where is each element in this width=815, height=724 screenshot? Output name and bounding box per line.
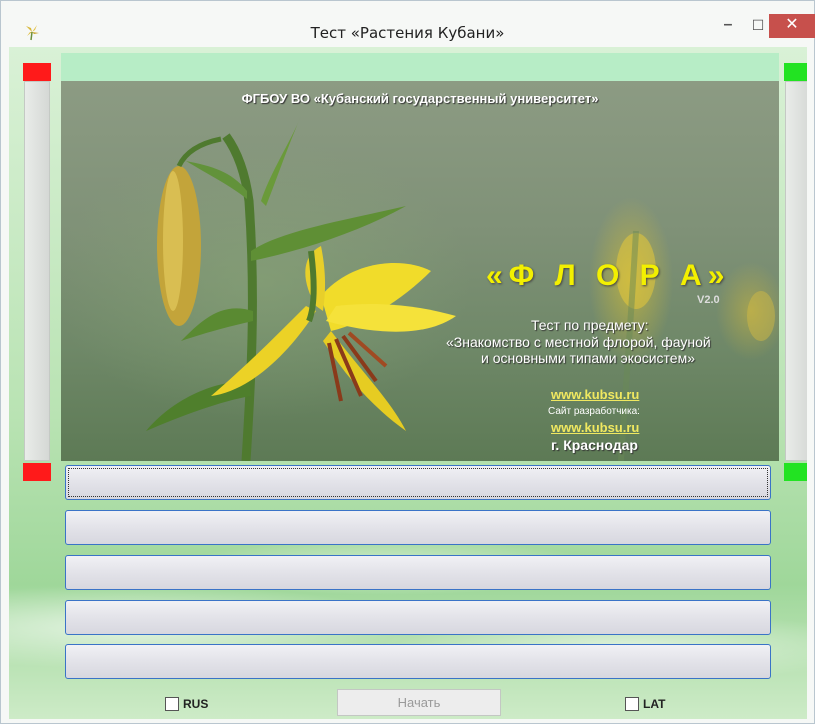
start-button[interactable]: Начать: [337, 689, 501, 716]
top-left-red-indicator: [23, 63, 51, 81]
lily-banner-image: ФГБОУ ВО «Кубанский государственный унив…: [61, 81, 779, 461]
rus-checkbox-box[interactable]: [165, 696, 179, 711]
version-label: V2.0: [697, 294, 720, 306]
answer-button-4[interactable]: [65, 600, 771, 635]
top-right-green-indicator: [784, 63, 807, 81]
close-icon: ✕: [785, 16, 799, 33]
subject-line-1: Тест по предмету:: [531, 317, 649, 333]
question-strip: [61, 53, 779, 81]
subject-line-3: и основными типами экосистем»: [481, 350, 695, 366]
lat-checkbox[interactable]: LAT: [625, 696, 665, 712]
app-window: Тест «Растения Кубани» – ☐ ✕ ФГБОУ ВО «К…: [0, 0, 815, 724]
client-area: ФГБОУ ВО «Кубанский государственный унив…: [9, 47, 807, 719]
bottom-left-red-indicator: [23, 463, 51, 481]
product-title: «Ф Л О Р А»: [486, 259, 731, 292]
developer-label: Сайт разработчика:: [548, 406, 640, 417]
rus-checkbox[interactable]: RUS: [165, 696, 208, 712]
lat-checkbox-box[interactable]: [625, 696, 639, 711]
developer-link[interactable]: www.kubsu.ru: [551, 420, 639, 435]
site-link[interactable]: www.kubsu.ru: [551, 387, 639, 402]
answer-button-1[interactable]: [65, 465, 771, 500]
answer-button-3[interactable]: [65, 555, 771, 590]
organization-name: ФГБОУ ВО «Кубанский государственный унив…: [241, 91, 599, 106]
left-side-bar: [24, 81, 50, 461]
maximize-icon: ☐: [751, 17, 765, 33]
bottom-right-green-indicator: [784, 463, 807, 481]
subject-line-2: «Знакомство с местной флорой, фауной: [446, 334, 711, 350]
minimize-button[interactable]: –: [713, 14, 743, 38]
window-title: Тест «Растения Кубани»: [310, 24, 505, 42]
city-label: г. Краснодар: [551, 437, 638, 453]
answer-button-5[interactable]: [65, 644, 771, 679]
minimize-icon: –: [723, 16, 733, 33]
rus-checkbox-label: RUS: [183, 696, 209, 711]
close-button[interactable]: ✕: [769, 14, 815, 38]
right-side-bar: [785, 81, 807, 461]
title-bar[interactable]: Тест «Растения Кубани» – ☐ ✕: [1, 1, 815, 47]
lat-checkbox-label: LAT: [643, 696, 666, 711]
answer-button-2[interactable]: [65, 510, 771, 545]
